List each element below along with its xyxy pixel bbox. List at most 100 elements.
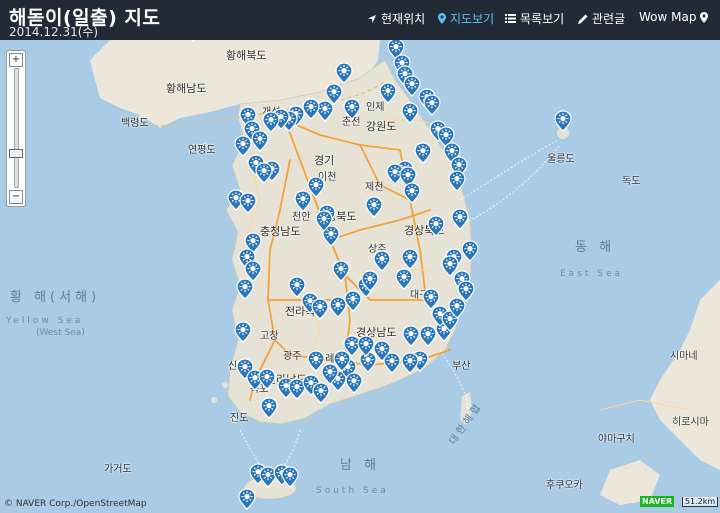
sunrise-marker-icon: [357, 335, 375, 357]
sunrise-marker[interactable]: [255, 162, 273, 184]
sunrise-marker[interactable]: [401, 352, 419, 374]
map-scale-bar: 51.2km: [682, 497, 718, 507]
label-yamaguchi: 야마구치: [598, 434, 635, 445]
sunrise-marker[interactable]: [345, 372, 363, 394]
sunrise-marker[interactable]: [451, 208, 469, 230]
sunrise-marker[interactable]: [258, 368, 276, 390]
pencil-icon: [578, 14, 588, 24]
label-ulleungdo: 울릉도: [547, 154, 575, 165]
sunrise-marker-icon: [236, 278, 254, 300]
sunrise-marker-icon: [403, 182, 421, 204]
sunrise-marker-icon: [238, 488, 256, 510]
sunrise-marker[interactable]: [414, 142, 432, 164]
sunrise-marker[interactable]: [251, 130, 269, 152]
sunrise-marker[interactable]: [315, 210, 333, 232]
sunrise-marker-icon: [255, 162, 273, 184]
sunrise-marker-icon: [191, 40, 195, 42]
sea-label-yellow: 황 해(서해): [10, 290, 101, 305]
sunrise-marker[interactable]: [373, 340, 391, 362]
nav-label: 현재위치: [381, 12, 426, 26]
sunrise-marker[interactable]: [239, 192, 257, 214]
sunrise-marker[interactable]: [554, 110, 572, 132]
sunrise-marker-icon: [379, 82, 397, 104]
sunrise-marker[interactable]: [448, 297, 466, 319]
sunrise-marker-icon: [365, 196, 383, 218]
label-gyeonggi: 경기: [314, 154, 335, 167]
sea-label-east-en: East Sea: [560, 269, 624, 279]
sunrise-marker[interactable]: [236, 278, 254, 300]
sunrise-marker[interactable]: [343, 98, 361, 120]
map-marker-icon: [438, 13, 446, 24]
sunrise-marker[interactable]: [395, 268, 413, 290]
sunrise-marker[interactable]: [461, 240, 479, 262]
sunrise-marker[interactable]: [294, 190, 312, 212]
sunrise-marker[interactable]: [402, 325, 420, 347]
sunrise-marker[interactable]: [333, 350, 351, 372]
sunrise-marker[interactable]: [448, 170, 466, 192]
sunrise-marker-icon: [402, 325, 420, 347]
sunrise-marker-icon: [311, 298, 329, 320]
naver-logo: NAVER: [640, 496, 675, 507]
sunrise-marker[interactable]: [401, 102, 419, 124]
sunrise-marker-icon: [294, 190, 312, 212]
label-hiroshima: 히로시마: [672, 417, 709, 428]
nav-map-view[interactable]: 지도보기: [438, 10, 494, 27]
sunrise-marker[interactable]: [403, 182, 421, 204]
sunrise-marker-icon: [448, 170, 466, 192]
sunrise-marker[interactable]: [365, 196, 383, 218]
sunrise-marker[interactable]: [238, 488, 256, 510]
sunrise-marker[interactable]: [260, 397, 278, 419]
sunrise-marker[interactable]: [422, 288, 440, 310]
sunrise-marker[interactable]: [379, 82, 397, 104]
sunrise-marker-icon: [361, 270, 379, 292]
sunrise-marker[interactable]: [361, 270, 379, 292]
sunrise-marker[interactable]: [373, 250, 391, 272]
sunrise-marker[interactable]: [234, 321, 252, 343]
sunrise-marker-icon: [345, 372, 363, 394]
label-gochang: 고창: [260, 331, 279, 342]
sunrise-marker[interactable]: [332, 260, 350, 282]
sunrise-marker-icon: [234, 321, 252, 343]
label-fukuoka: 후쿠오카: [546, 480, 583, 491]
list-icon: [505, 14, 516, 23]
label-busan: 부산: [452, 361, 471, 372]
label-yeonpyeongdo: 연평도: [188, 145, 216, 156]
sunrise-marker[interactable]: [307, 350, 325, 372]
sunrise-marker-icon: [251, 130, 269, 152]
sunrise-marker-icon: [422, 288, 440, 310]
sea-label-yellow-en2: (West Sea): [36, 328, 85, 338]
sunrise-marker-icon: [373, 340, 391, 362]
nav-current-location[interactable]: 현재위치: [367, 10, 425, 27]
sunrise-marker[interactable]: [357, 335, 375, 357]
sunrise-marker-icon: [395, 268, 413, 290]
nav-related-posts[interactable]: 관련글: [578, 10, 625, 27]
sunrise-marker-icon: [373, 250, 391, 272]
nav-wow-map[interactable]: Wow Map: [639, 10, 709, 24]
sunrise-marker-icon: [343, 98, 361, 120]
nav-label: 지도보기: [450, 12, 495, 26]
sunrise-marker-icon: [332, 260, 350, 282]
sunrise-marker[interactable]: [335, 62, 353, 84]
sunrise-marker[interactable]: [401, 248, 419, 270]
sunrise-marker-icon: [312, 382, 330, 404]
sunrise-marker-icon: [258, 368, 276, 390]
zoom-slider-track[interactable]: [14, 68, 19, 188]
nav-label: Wow Map: [639, 10, 697, 24]
zoom-out-button[interactable]: −: [9, 190, 23, 204]
zoom-in-button[interactable]: +: [9, 53, 23, 67]
sunrise-marker[interactable]: [427, 215, 445, 237]
sunrise-marker[interactable]: [281, 466, 299, 488]
sunrise-marker-icon: [315, 210, 333, 232]
sunrise-marker-icon: [239, 192, 257, 214]
map-canvas[interactable]: 황해북도 황해남도 개성 백령도 연평도 인제 춘천 강원도 울릉도 독도 경기…: [0, 40, 720, 513]
zoom-slider-handle[interactable]: [9, 148, 23, 158]
sunrise-marker[interactable]: [184, 40, 202, 42]
nav-list-view[interactable]: 목록보기: [505, 10, 564, 27]
sunrise-marker-icon: [401, 248, 419, 270]
sunrise-marker[interactable]: [423, 94, 441, 116]
label-baengnyeongdo: 백령도: [121, 118, 149, 129]
sunrise-marker[interactable]: [311, 298, 329, 320]
sunrise-marker-icon: [461, 240, 479, 262]
label-dokdo: 독도: [622, 176, 641, 187]
sunrise-marker[interactable]: [312, 382, 330, 404]
